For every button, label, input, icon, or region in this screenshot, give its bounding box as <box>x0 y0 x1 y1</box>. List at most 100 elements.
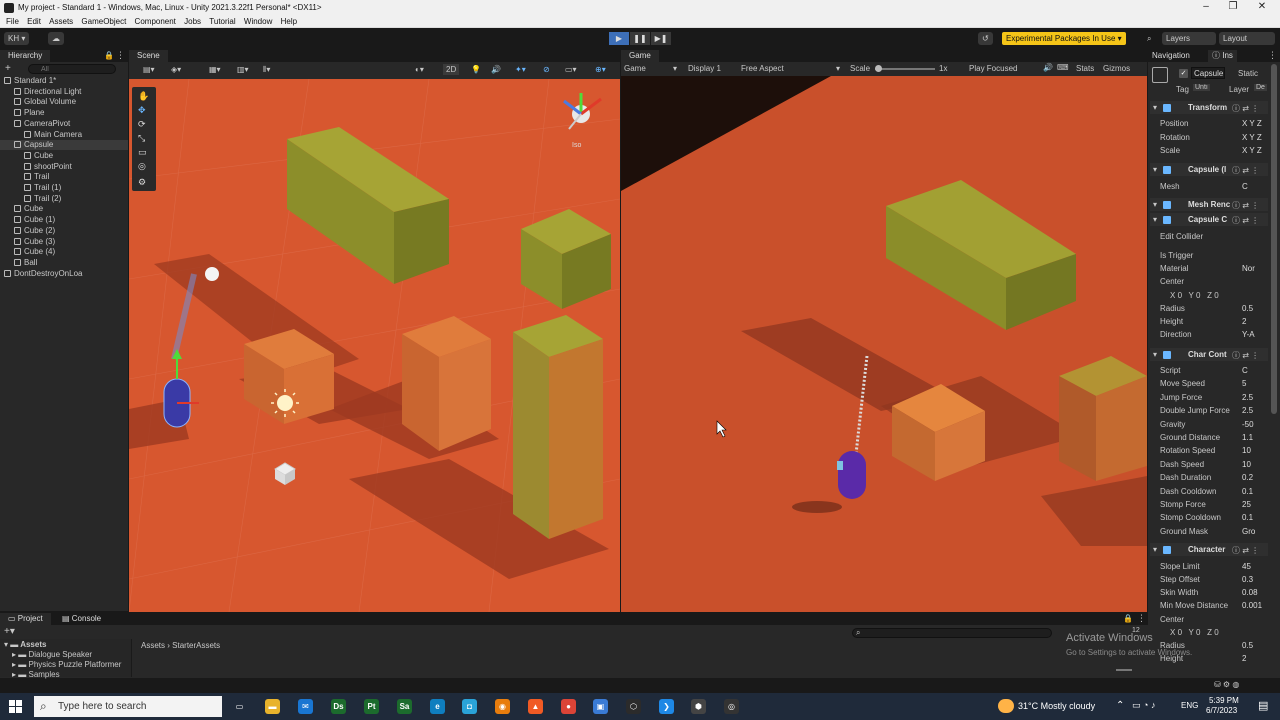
mail-icon[interactable]: ✉ <box>298 699 313 714</box>
hierarchy-item[interactable]: Cube (4) <box>0 247 128 257</box>
folder-dialogue-speaker[interactable]: ▸ ▬ Dialogue Speaker <box>12 650 92 660</box>
gizmos-dropdown[interactable]: Gizmos <box>1103 64 1130 73</box>
tab-console[interactable]: ▤ Console <box>54 613 110 625</box>
clock-time[interactable]: 5:39 PM <box>1209 696 1239 705</box>
center-x[interactable]: 0 <box>1178 291 1182 300</box>
rotation-value[interactable]: X Y Z <box>1242 133 1262 142</box>
script-field-value[interactable]: 0.1 <box>1242 513 1253 522</box>
component-menu-icons[interactable]: ⓘ ⇄ ⋮ <box>1232 200 1259 211</box>
cloud-icon[interactable]: ☁ <box>48 32 64 45</box>
move-tool-icon[interactable]: ✥ <box>138 105 146 116</box>
camera-gizmo-icon[interactable] <box>205 267 219 281</box>
script-field-value[interactable]: 5 <box>1242 379 1246 388</box>
foldout-chevron-icon[interactable]: ▾ <box>1153 545 1157 554</box>
taskbar-search-box[interactable]: ⌕ Type here to search <box>34 696 222 717</box>
folder-physics-puzzle[interactable]: ▸ ▬ Physics Puzzle Platformer <box>12 660 121 670</box>
hierarchy-item[interactable]: Standard 1* <box>0 76 128 86</box>
script-field-value[interactable]: 2.5 <box>1242 406 1253 415</box>
menu-tutorial[interactable]: Tutorial <box>209 16 235 27</box>
position-value[interactable]: X Y Z <box>1242 119 1262 128</box>
hierarchy-item[interactable]: DontDestroyOnLoa <box>0 269 128 279</box>
component-menu-icons[interactable]: ⓘ ⇄ ⋮ <box>1232 215 1259 226</box>
iso-label[interactable]: Iso <box>572 142 581 149</box>
hierarchy-item[interactable]: Capsule <box>0 140 128 151</box>
scene-viewport[interactable]: Iso ✋ ✥ ⟳ ⤡ ▭ ◎ ⚙ <box>129 79 620 612</box>
project-add-icon[interactable]: +▾ <box>4 626 15 637</box>
menu-jobs[interactable]: Jobs <box>184 16 201 27</box>
hierarchy-item[interactable]: Cube (2) <box>0 226 128 236</box>
hierarchy-item[interactable]: Cube (3) <box>0 237 128 247</box>
breadcrumb-assets[interactable]: Assets <box>141 641 165 650</box>
scene-tools-icon[interactable]: ⫴▾ <box>263 65 270 75</box>
script-field-value[interactable]: -50 <box>1242 420 1254 429</box>
render-mode-icon[interactable]: ◈▾ <box>171 65 181 74</box>
collider-center-xyz[interactable]: X 0 Y 0 Z 0 <box>1170 291 1219 300</box>
menu-assets[interactable]: Assets <box>49 16 73 27</box>
painter-icon[interactable]: Pt <box>364 699 379 714</box>
brave-icon[interactable]: ▲ <box>528 699 543 714</box>
search-icon[interactable]: ⌕ <box>1143 32 1155 45</box>
weather-icon[interactable] <box>998 699 1014 713</box>
custom-tool-icon[interactable]: ⚙ <box>138 177 146 188</box>
hierarchy-item[interactable]: Trail (2) <box>0 194 128 204</box>
vscode-icon[interactable]: ❯ <box>659 699 674 714</box>
layout-dropdown[interactable]: Layout <box>1219 32 1275 45</box>
game-viewport[interactable] <box>621 76 1147 612</box>
tab-inspector[interactable]: ⓘ Ins <box>1208 50 1237 62</box>
scale-value[interactable]: X Y Z <box>1242 146 1262 155</box>
center-z[interactable]: 0 <box>1214 291 1218 300</box>
hierarchy-search-input[interactable] <box>28 64 116 74</box>
project-more-icon[interactable]: ⋮ <box>1137 613 1146 624</box>
foldout-chevron-icon[interactable]: ▾ <box>1153 103 1157 112</box>
lighting-icon[interactable]: 💡 <box>471 65 481 74</box>
store-icon[interactable]: ◘ <box>462 699 477 714</box>
scale-slider-thumb[interactable] <box>875 65 882 72</box>
tray-chevron-icon[interactable]: ⌃ <box>1116 700 1124 711</box>
tag-dropdown[interactable]: Untı <box>1193 84 1210 91</box>
hierarchy-item[interactable]: Directional Light <box>0 87 128 97</box>
tab-scene[interactable]: Scene <box>129 50 168 62</box>
collider-field-value[interactable]: Y-A <box>1242 330 1255 339</box>
character-field-value[interactable]: 0.5 <box>1242 641 1253 650</box>
tab-game[interactable]: Game <box>621 50 659 62</box>
notifications-icon[interactable]: ▤ <box>1258 699 1268 712</box>
hierarchy-item[interactable]: Cube <box>0 151 128 161</box>
foldout-chevron-icon[interactable]: ▾ <box>1153 215 1157 224</box>
inspector-more-icon[interactable]: ⋮ <box>1268 50 1277 61</box>
rotate-tool-icon[interactable]: ⟳ <box>138 119 146 130</box>
center-z[interactable]: 0 <box>1214 628 1218 637</box>
script-field-value[interactable]: 1.1 <box>1242 433 1253 442</box>
experimental-packages-badge[interactable]: Experimental Packages In Use ▾ <box>1002 32 1126 45</box>
minimize-button[interactable]: – <box>1193 1 1219 12</box>
grid-snap-icon[interactable]: ▦▾ <box>209 65 221 74</box>
stats-button[interactable]: Stats <box>1076 64 1094 73</box>
hand-tool-icon[interactable]: ✋ <box>138 91 149 102</box>
script-field-value[interactable]: 2.5 <box>1242 393 1253 402</box>
shading-mode-icon[interactable]: ◐▾ <box>415 65 424 74</box>
component-menu-icons[interactable]: ⓘ ⇄ ⋮ <box>1232 350 1259 361</box>
component-menu-icons[interactable]: ⓘ ⇄ ⋮ <box>1232 103 1259 114</box>
hierarchy-item[interactable]: Plane <box>0 108 128 118</box>
more-menu-icon[interactable]: ⋮ <box>116 50 125 61</box>
object-name-input[interactable] <box>1191 67 1225 79</box>
language-indicator[interactable]: ENG <box>1181 701 1198 710</box>
character-field-value[interactable]: 0.08 <box>1242 588 1258 597</box>
history-icon[interactable]: ↺ <box>978 32 993 45</box>
hierarchy-item[interactable]: Main Camera <box>0 130 128 140</box>
tray-icons[interactable]: ▭ ◔ ♪ <box>1132 700 1155 711</box>
collider-field-value[interactable]: 2 <box>1242 317 1246 326</box>
menu-help[interactable]: Help <box>281 16 297 27</box>
effects-icon[interactable]: ✦▾ <box>515 65 526 74</box>
hidden-objects-icon[interactable]: ⊘ <box>543 65 550 74</box>
rect-tool-icon[interactable]: ▭ <box>138 147 147 158</box>
substance-icon[interactable]: Sa <box>397 699 412 714</box>
gizmos-icon[interactable]: ⊕▾ <box>595 65 606 74</box>
hierarchy-item[interactable]: Cube <box>0 204 128 214</box>
windows-start-icon[interactable] <box>9 700 22 713</box>
display-dropdown[interactable]: Display 1 <box>688 64 721 73</box>
character-field-value[interactable]: 45 <box>1242 562 1251 571</box>
script-field-value[interactable]: 0.2 <box>1242 473 1253 482</box>
character-center-xyz[interactable]: X 0 Y 0 Z 0 <box>1170 628 1219 637</box>
component-menu-icons[interactable]: ⓘ ⇄ ⋮ <box>1232 165 1259 176</box>
layers-dropdown[interactable]: Layers <box>1162 32 1216 45</box>
